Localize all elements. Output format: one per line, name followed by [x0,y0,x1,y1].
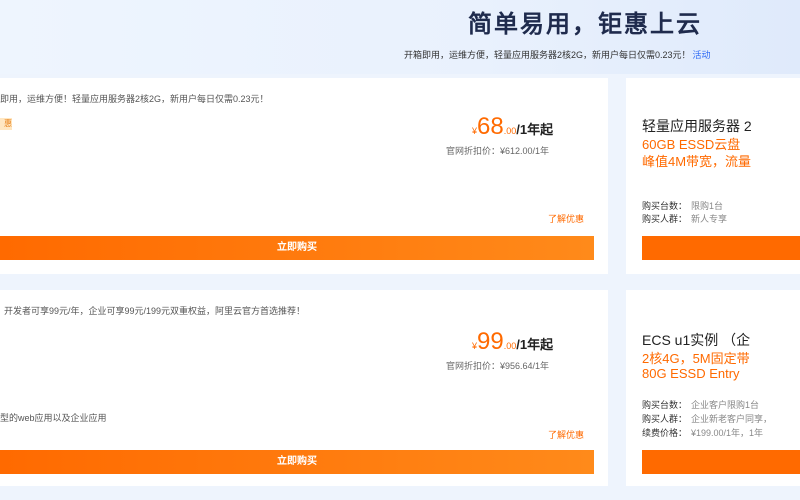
hero-banner: 简单易用，钜惠上云 开箱即用，运维方便，轻量应用服务器2核2G，新用户每日仅需0… [0,0,800,74]
side-buy-button[interactable] [642,450,800,474]
original-price: 官网折扣价：¥612.00/1年 [446,146,550,156]
price-decimal: .00 [503,126,517,136]
meta-purchase-group: 购买人群： 企业新老客户同享， [642,412,772,425]
meta-purchase-count: 购买台数： 限购1台 [642,199,723,212]
meta-label: 购买台数： [642,400,688,410]
product-card-lightweight: 即用，运维方便！轻量应用服务器2核2G，新用户每日仅需0.23元！ 惠 ¥68.… [0,78,608,274]
meta-label: 购买人群： [642,214,688,224]
hero-subtitle-text: 开箱即用，运维方便，轻量应用服务器2核2G，新用户每日仅需0.23元！ [404,50,691,60]
side-spec-bandwidth: 峰值4M带宽，流量 [642,154,752,169]
meta-purchase-count: 购买台数： 企业客户限购1台 [642,398,759,411]
side-product-title: ECS u1实例 （企 [642,332,751,348]
price-unit: /1年起 [516,337,554,352]
price: ¥99.00/1年起 [472,328,553,356]
price-unit: /1年起 [516,122,554,137]
product-side-card-ecs-u1: ECS u1实例 （企 2核4G，5M固定带 80G ESSD Entry 购买… [626,290,800,486]
meta-value: 新人专享 [691,214,728,224]
learn-more-link[interactable]: 了解优惠 [548,212,584,225]
product-card-ecs-u1: 开发者可享99元/年，企业可享99元/199元双重权益，阿里云官方首选推荐！ ¥… [0,290,608,486]
use-case-text: 型的web应用以及企业应用 [0,413,107,423]
promo-tag: 惠 [0,118,12,130]
product-side-card-lightweight: 轻量应用服务器 2 60GB ESSD云盘 峰值4M带宽，流量 购买台数： 限购1… [626,78,800,274]
side-buy-button[interactable] [642,236,800,260]
learn-more-link[interactable]: 了解优惠 [548,428,584,441]
meta-renewal-price: 续费价格： ¥199.00/1年，1年 [642,426,763,439]
original-price: 官网折扣价：¥956.64/1年 [446,361,550,371]
hero-title: 简单易用，钜惠上云 [468,11,702,38]
price: ¥68.00/1年起 [472,113,553,141]
price-integer: 68 [477,113,504,140]
meta-purchase-group: 购买人群： 新人专享 [642,212,727,225]
meta-value: ¥199.00/1年，1年 [691,428,764,438]
meta-label: 购买人群： [642,414,688,424]
product-description: 即用，运维方便！轻量应用服务器2核2G，新用户每日仅需0.23元！ [0,94,269,104]
product-description: 开发者可享99元/年，企业可享99元/199元双重权益，阿里云官方首选推荐！ [4,306,306,316]
side-spec-cpu-bandwidth: 2核4G，5M固定带 [642,351,750,366]
side-spec-storage: 80G ESSD Entry [642,366,740,381]
meta-value: 企业新老客户同享， [691,414,773,424]
buy-now-button[interactable]: 立即购买 [0,450,594,474]
buy-now-button[interactable]: 立即购买 [0,236,594,260]
meta-label: 购买台数： [642,201,688,211]
price-decimal: .00 [503,341,517,351]
price-integer: 99 [477,328,504,355]
hero-subtitle: 开箱即用，运维方便，轻量应用服务器2核2G，新用户每日仅需0.23元！ 活动 [404,48,711,61]
meta-label: 续费价格： [642,428,688,438]
meta-value: 限购1台 [691,201,724,211]
hero-activity-link[interactable]: 活动 [693,50,711,60]
meta-value: 企业客户限购1台 [691,400,760,410]
side-product-title: 轻量应用服务器 2 [642,118,752,134]
